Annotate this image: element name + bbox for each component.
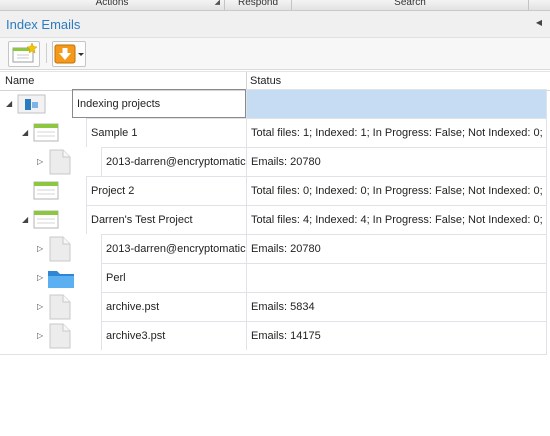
download-icon xyxy=(54,44,84,64)
project-icon xyxy=(33,210,59,229)
document-icon xyxy=(49,149,71,175)
tree-row-folder[interactable]: ▷ Perl xyxy=(0,263,550,292)
new-project-icon xyxy=(12,42,38,63)
tree-row-project[interactable]: ◢ Darren's Test Project Total files: 4; … xyxy=(0,205,550,234)
document-icon xyxy=(49,323,71,349)
row-name-cell: Perl xyxy=(101,263,246,292)
row-status-cell: Total files: 4; Indexed: 4; In Progress:… xyxy=(246,205,546,234)
chevron-down-icon xyxy=(78,53,84,56)
column-header-status[interactable]: Status xyxy=(250,75,281,87)
row-name-cell: 2013-darren@encryptomatic.co... xyxy=(101,234,246,263)
tree-row-indexing-projects[interactable]: ◢ Indexing projects xyxy=(0,89,550,118)
row-name-cell: 2013-darren@encryptomatic.co... xyxy=(101,147,246,176)
collapse-arrow-icon[interactable]: ◢ xyxy=(6,99,12,108)
collapse-arrow-icon[interactable]: ◢ xyxy=(22,128,28,137)
download-dropdown-button[interactable] xyxy=(52,41,86,67)
row-status-cell: Total files: 0; Indexed: 0; In Progress:… xyxy=(246,176,546,205)
row-status-cell: Emails: 20780 xyxy=(246,234,546,263)
row-status-cell: Total files: 1; Indexed: 1; In Progress:… xyxy=(246,118,546,147)
row-status-cell xyxy=(246,89,546,118)
tree-row-file[interactable]: ▷ 2013-darren@encryptomatic.co... Emails… xyxy=(0,147,550,176)
tree-row-file[interactable]: ▷ archive.pst Emails: 5834 xyxy=(0,292,550,321)
row-name-cell: Darren's Test Project xyxy=(86,205,246,234)
ribbon-group-respond-label: Respond xyxy=(237,0,279,8)
row-name-cell: Project 2 xyxy=(86,176,246,205)
ribbon-group-actions[interactable]: Actions ◢ xyxy=(0,0,224,10)
collapse-panel-icon[interactable]: ◀ xyxy=(536,18,542,27)
ribbon-group-actions-label: Actions xyxy=(95,0,129,8)
ribbon-group-search-label: Search xyxy=(394,0,426,8)
expand-arrow-icon[interactable]: ▷ xyxy=(37,331,43,340)
dialog-launcher-icon[interactable]: ◢ xyxy=(215,0,220,10)
expand-arrow-icon[interactable]: ▷ xyxy=(37,244,43,253)
column-header-name[interactable]: Name xyxy=(5,75,34,87)
ribbon-group-bar: Actions ◢ Respond Search xyxy=(0,0,550,11)
expand-arrow-icon[interactable]: ▷ xyxy=(37,157,43,166)
row-status-cell: Emails: 5834 xyxy=(246,292,546,321)
expand-arrow-icon[interactable]: ▷ xyxy=(37,302,43,311)
folder-icon xyxy=(48,271,74,288)
tree-row-file[interactable]: ▷ 2013-darren@encryptomatic.co... Emails… xyxy=(0,234,550,263)
row-name-cell: Indexing projects xyxy=(72,89,246,118)
new-project-button[interactable] xyxy=(8,41,40,67)
row-name-cell: archive3.pst xyxy=(101,321,246,350)
tree-row-project[interactable]: ◢ Sample 1 Total files: 1; Indexed: 1; I… xyxy=(0,118,550,147)
toolbar xyxy=(0,38,550,70)
row-status-cell: Emails: 14175 xyxy=(246,321,546,350)
panel-title: Index Emails xyxy=(6,17,81,32)
expand-arrow-icon[interactable]: ▷ xyxy=(37,273,43,282)
row-status-cell xyxy=(246,263,546,292)
ribbon-group-respond[interactable]: Respond xyxy=(225,0,291,10)
ribbon-group-search[interactable]: Search xyxy=(292,0,528,10)
row-name-cell: archive.pst xyxy=(101,292,246,321)
row-name-cell: Sample 1 xyxy=(86,118,246,147)
document-icon xyxy=(49,236,71,262)
grid-right-border xyxy=(546,89,547,354)
collapse-arrow-icon[interactable]: ◢ xyxy=(22,215,28,224)
index-root-icon xyxy=(17,94,46,114)
grid-header: Name Status xyxy=(0,71,550,91)
row-status-cell: Emails: 20780 xyxy=(246,147,546,176)
tree-row-project[interactable]: Project 2 Total files: 0; Indexed: 0; In… xyxy=(0,176,550,205)
project-icon xyxy=(33,123,59,142)
panel-header: Index Emails ◀ xyxy=(0,11,550,38)
grid-bottom-border xyxy=(0,354,547,355)
tree-row-file[interactable]: ▷ archive3.pst Emails: 14175 xyxy=(0,321,550,350)
project-icon xyxy=(33,181,59,200)
document-icon xyxy=(49,294,71,320)
